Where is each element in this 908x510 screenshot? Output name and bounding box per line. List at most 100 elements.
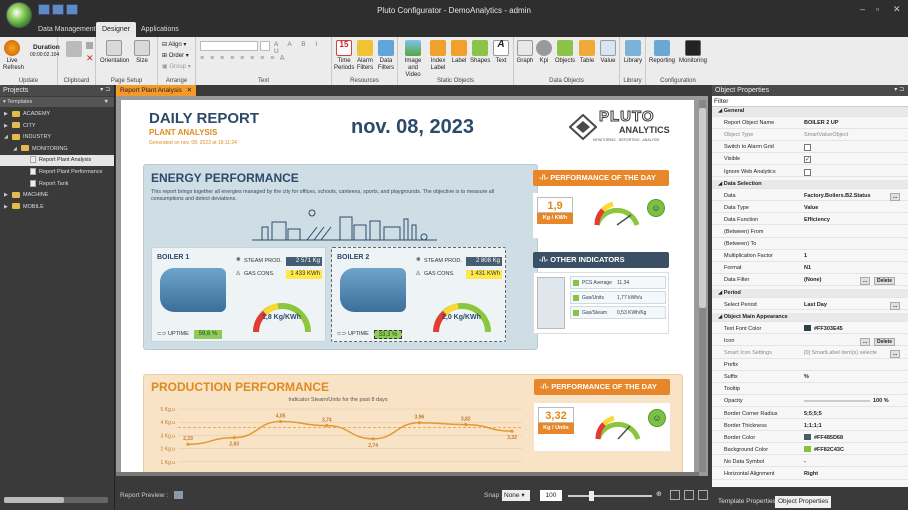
tree-item[interactable]: Report Plant Performance (0, 167, 114, 178)
library-button[interactable]: Library (622, 40, 644, 65)
data-filters-button[interactable]: Data Filters (376, 40, 396, 72)
property-row[interactable]: Data Function Efficiency (712, 216, 908, 226)
snap-select[interactable]: None ▾ (502, 490, 530, 501)
kpi-button[interactable]: Kpi (536, 40, 552, 65)
expand-arrow-icon[interactable]: ▶ (4, 202, 12, 213)
expand-arrow-icon[interactable]: ▶ (4, 121, 12, 132)
save-icon[interactable] (38, 4, 50, 15)
graph-button[interactable]: Graph (516, 40, 534, 65)
expand-arrow-icon[interactable]: ◢ (4, 132, 12, 143)
property-row[interactable]: Horizontal Alignment Right (712, 470, 908, 480)
ellipsis-button[interactable]: ... (860, 277, 871, 286)
canvas-hscrollbar[interactable] (116, 472, 699, 476)
property-row[interactable]: Data Type Value (712, 204, 908, 214)
time-periods-button[interactable]: 15 Time Periods (334, 40, 354, 72)
zoom-in-icon[interactable]: ⊕ (656, 490, 662, 498)
property-row[interactable]: Multiplication Factor 1 (712, 252, 908, 262)
property-value[interactable]: #FF303E45 (804, 325, 843, 335)
canvas-vscrollbar[interactable] (699, 100, 706, 472)
uptime-value-selected[interactable]: 33,3 % (374, 330, 402, 339)
delete-button[interactable]: Delete (874, 277, 896, 286)
property-value[interactable]: % (804, 373, 809, 383)
fit-page-icon[interactable] (670, 490, 680, 500)
property-section[interactable]: ◢ Object Main Appearance (712, 312, 908, 323)
close-button[interactable]: ✕ (893, 4, 901, 15)
property-row[interactable]: Suffix% (712, 373, 908, 383)
tree-item[interactable]: ▶ MACHINE (0, 190, 114, 201)
label-button[interactable]: Label (450, 40, 468, 65)
zoom-input[interactable]: 100 (540, 490, 562, 501)
property-value[interactable]: - (804, 458, 806, 468)
live-refresh-button[interactable]: Live Refresh (3, 40, 24, 72)
tree-item[interactable]: ◢ MONITORING (0, 144, 114, 155)
expand-arrow-icon[interactable]: ▶ (4, 190, 12, 201)
property-row[interactable]: (Between) To (712, 240, 908, 250)
value-button[interactable]: Value (598, 40, 618, 65)
property-value[interactable]: 5;5;5;5 (804, 410, 822, 420)
boiler-2-card[interactable]: BOILER 2 ❋ STEAM PROD. 2 808 Kg ◬ GAS CO… (331, 247, 506, 342)
property-value[interactable]: SmartValueObject (804, 131, 848, 141)
fit-width-icon[interactable] (684, 490, 694, 500)
tab-report-plant-analysis[interactable]: Report Plant Analysis ✕ (116, 85, 197, 96)
property-row[interactable]: Border Color #FF485D68 (712, 434, 908, 444)
ellipsis-button[interactable]: ... (890, 350, 901, 358)
ellipsis-button[interactable]: ... (860, 337, 871, 346)
preview-icon[interactable] (174, 491, 183, 499)
property-row[interactable]: Tooltip (712, 385, 908, 395)
font-style-buttons[interactable]: A A B I U (274, 41, 331, 55)
property-row[interactable]: Smart Icon Settings [0] SmartLabel item(s… (712, 349, 908, 359)
delete-button[interactable]: Delete (874, 337, 896, 346)
property-value[interactable]: #FF485D68 (804, 434, 843, 444)
group-button[interactable]: ▣ Group ▾ (162, 63, 191, 70)
property-value[interactable]: Right (804, 470, 818, 480)
property-row[interactable]: Opacity 100 % (712, 397, 908, 407)
alignment-buttons[interactable]: ≡ ≡ ≡ ≡ ≡ ≡ ≡ ≡ A (200, 55, 287, 62)
tree-item[interactable]: ▶ CITY (0, 121, 114, 132)
property-value[interactable]: 1 (804, 252, 807, 262)
delete-icon[interactable]: ✕ (86, 53, 94, 64)
image-video-button[interactable]: Image and Video (400, 40, 426, 79)
pin-icon[interactable]: ▾ ⊐ (100, 85, 110, 96)
text-button[interactable]: A Text (492, 40, 510, 65)
property-row[interactable]: Data Factory.Boilers.B2.Status... (712, 192, 908, 202)
property-checkbox[interactable] (804, 168, 811, 176)
tab-template-properties[interactable]: Template Properties (715, 496, 779, 508)
property-row[interactable]: Object Type SmartValueObject (712, 131, 908, 141)
app-logo-icon[interactable] (6, 2, 32, 28)
redo-icon[interactable] (66, 4, 78, 15)
property-section[interactable]: ◢ Period (712, 288, 908, 298)
ellipsis-button[interactable]: ... (890, 301, 901, 310)
paste-icon[interactable] (66, 41, 82, 57)
scrollbar-thumb[interactable] (699, 108, 706, 308)
copy-icon[interactable] (86, 42, 93, 49)
tree-item[interactable]: Report Plant Analysis (0, 155, 114, 167)
property-row[interactable]: Border Thickness 1;1;1;1 (712, 422, 908, 432)
tree-scrollbar[interactable] (4, 497, 108, 503)
property-row[interactable]: Visible ✓ (712, 155, 908, 165)
minimize-button[interactable]: – (860, 4, 865, 14)
property-value[interactable]: [0] SmartLabel item(s) selecte (804, 349, 877, 359)
align-button[interactable]: ⊟ Align ▾ (162, 41, 186, 48)
tab-applications[interactable]: Applications (135, 22, 185, 37)
shapes-button[interactable]: Shapes (470, 40, 490, 65)
templates-root[interactable]: ▾ Templates ▼ (0, 97, 114, 107)
property-row[interactable]: Border Corner Radius 5;5;5;5 (712, 410, 908, 420)
scrollbar-thumb[interactable] (4, 497, 64, 503)
expand-arrow-icon[interactable]: ▶ (4, 109, 12, 120)
property-value[interactable]: Last Day (804, 301, 827, 311)
zoom-slider-thumb[interactable] (589, 491, 594, 501)
font-family-select[interactable] (200, 41, 258, 51)
maximize-button[interactable]: ▫ (876, 4, 879, 14)
property-value[interactable]: Efficiency (804, 216, 830, 226)
table-button[interactable]: Table (578, 40, 596, 65)
zoom-slider[interactable] (568, 495, 652, 497)
tree-item[interactable]: ◢ INDUSTRY (0, 132, 114, 143)
tab-designer[interactable]: Designer (96, 22, 137, 37)
tab-object-properties[interactable]: Object Properties (775, 496, 832, 508)
reporting-button[interactable]: Reporting (648, 40, 676, 65)
monitoring-button[interactable]: Monitoring (678, 40, 708, 65)
filter-icon[interactable]: ▼ (104, 97, 109, 107)
property-row[interactable]: Ignore Web Analytics (712, 168, 908, 177)
tree-item[interactable]: Report Tank (0, 179, 114, 190)
property-row[interactable]: Switch to Alarm Grid (712, 143, 908, 153)
